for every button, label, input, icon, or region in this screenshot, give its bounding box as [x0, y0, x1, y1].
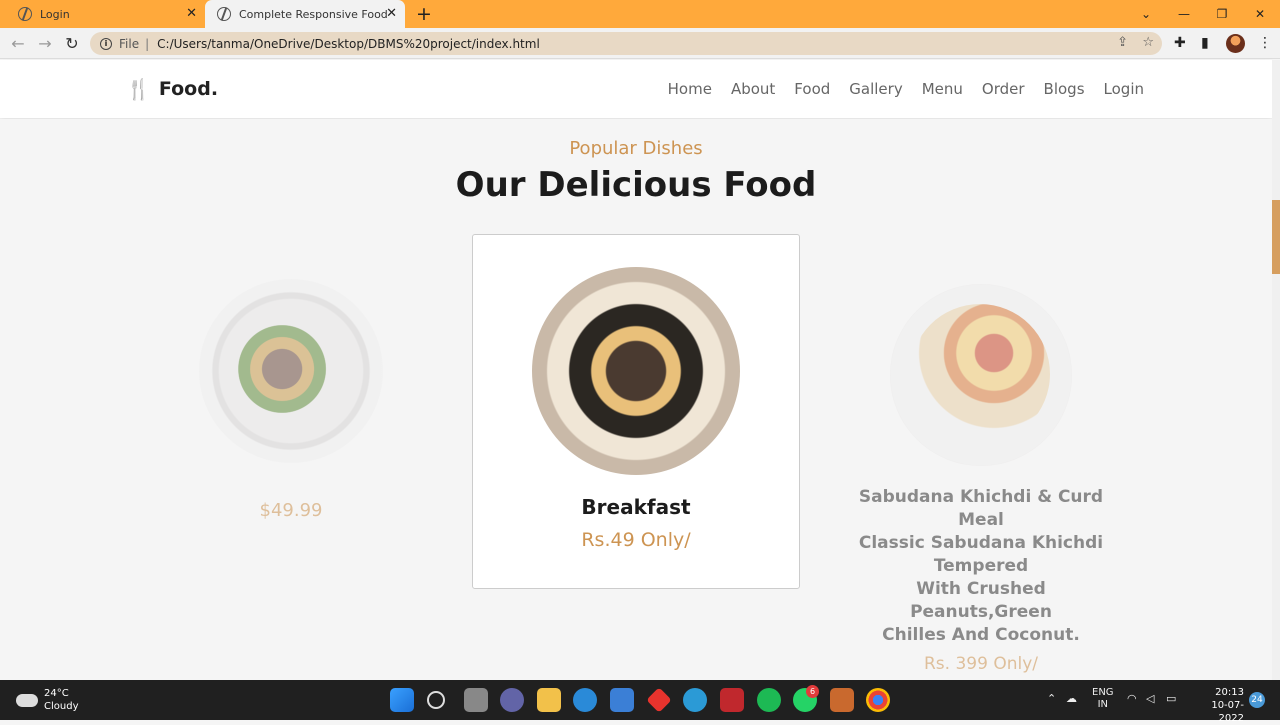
file-explorer-icon[interactable]	[537, 688, 561, 712]
section-subtitle: Popular Dishes	[569, 138, 703, 159]
nav-gallery[interactable]: Gallery	[849, 80, 902, 98]
nav-home[interactable]: Home	[668, 80, 712, 98]
tab-login[interactable]: Login ✕	[0, 0, 205, 28]
url-scheme-label: File	[119, 36, 140, 51]
windows-taskbar: 24°C Cloudy 6 ⌃ ☁ ENG IN ◠ ◁ ▭ 20:13 10-…	[0, 680, 1280, 724]
cloud-icon	[16, 693, 38, 707]
clock-date: 10-07-2022	[1211, 700, 1244, 724]
dish-price: Rs.49 Only/	[581, 529, 691, 551]
dish-name: Breakfast	[581, 495, 691, 519]
nav-about[interactable]: About	[731, 80, 775, 98]
whatsapp-badge: 6	[806, 685, 819, 698]
tab-title: Complete Responsive Food / Res	[239, 7, 389, 21]
clock-time: 20:13	[1215, 687, 1244, 698]
address-toolbar: ← → ↻ i File | C:/Users/tanma/OneDrive/D…	[0, 28, 1280, 59]
dish-description: Sabudana Khichdi & Curd Meal Classic Sab…	[845, 486, 1117, 647]
info-icon[interactable]: i	[100, 37, 112, 50]
bookmark-star-icon[interactable]: ☆	[1142, 35, 1154, 50]
language-indicator[interactable]: ENG IN	[1092, 687, 1114, 711]
tab-food-site[interactable]: Complete Responsive Food / Res ✕	[205, 0, 405, 28]
utensils-icon: 🍴	[126, 77, 151, 101]
winrar-icon[interactable]	[830, 688, 854, 712]
dish-card-right[interactable]: Sabudana Khichdi & Curd Meal Classic Sab…	[845, 284, 1117, 674]
region-code: IN	[1097, 699, 1108, 710]
nav-food[interactable]: Food	[794, 80, 830, 98]
tray-overflow-icon[interactable]: ⌃	[1047, 692, 1056, 705]
chrome-icon[interactable]	[866, 688, 890, 712]
scrollbar-thumb[interactable]	[1272, 200, 1280, 274]
close-tab-icon[interactable]: ✕	[386, 7, 397, 21]
dish-price: $49.99	[259, 500, 323, 521]
weather-condition: Cloudy	[44, 701, 79, 712]
globe-icon	[217, 7, 231, 21]
store-icon[interactable]	[610, 688, 634, 712]
clock[interactable]: 20:13 10-07-2022	[1190, 686, 1244, 725]
maximize-button[interactable]: ❐	[1203, 0, 1241, 28]
onedrive-icon[interactable]: ☁	[1066, 692, 1077, 705]
edge-icon[interactable]	[573, 688, 597, 712]
section-title: Our Delicious Food	[455, 165, 817, 205]
main-nav: Home About Food Gallery Menu Order Blogs…	[668, 80, 1144, 98]
side-panel-icon[interactable]: ▮	[1201, 35, 1209, 51]
logo-text: Food.	[158, 78, 219, 100]
extensions-icon[interactable]: ✚	[1174, 35, 1186, 51]
dish-image-khichdi	[890, 284, 1072, 466]
nav-order[interactable]: Order	[982, 80, 1025, 98]
profile-avatar[interactable]	[1226, 34, 1245, 53]
weather-widget[interactable]: 24°C Cloudy	[16, 687, 78, 713]
page-scrollbar[interactable]	[1272, 60, 1280, 680]
dish-description-line: Classic Sabudana Khichdi Tempered	[858, 533, 1104, 576]
dish-description-line: Chilles And Coconut.	[882, 625, 1080, 645]
start-icon[interactable]	[390, 688, 414, 712]
dish-card-active[interactable]: Breakfast Rs.49 Only/	[472, 234, 800, 589]
search-icon[interactable]	[427, 691, 445, 709]
dish-image-steak	[199, 279, 383, 463]
task-view-icon[interactable]	[464, 688, 488, 712]
popular-dishes-section: Popular Dishes Our Delicious Food $49.99…	[0, 119, 1272, 680]
app-diamond-icon[interactable]	[646, 687, 672, 713]
back-icon[interactable]: ←	[8, 34, 28, 53]
close-tab-icon[interactable]: ✕	[186, 7, 197, 21]
address-bar[interactable]: i File | C:/Users/tanma/OneDrive/Desktop…	[90, 32, 1162, 55]
temperature: 24°C	[44, 688, 69, 699]
battery-icon[interactable]: ▭	[1166, 692, 1176, 705]
dish-image-seafood	[532, 267, 740, 475]
nav-blogs[interactable]: Blogs	[1044, 80, 1085, 98]
dish-card-left[interactable]: $49.99	[190, 279, 392, 521]
url-text[interactable]: C:/Users/tanma/OneDrive/Desktop/DBMS%20p…	[157, 37, 540, 51]
share-icon[interactable]: ⇪	[1117, 35, 1128, 50]
language-code: ENG	[1092, 687, 1114, 698]
minimize-button[interactable]: —	[1165, 0, 1203, 28]
mcafee-icon[interactable]	[720, 688, 744, 712]
dish-price: Rs. 399 Only/	[924, 654, 1038, 674]
nav-login[interactable]: Login	[1104, 80, 1144, 98]
dish-description-line: Sabudana Khichdi & Curd Meal	[858, 487, 1104, 530]
close-window-button[interactable]: ✕	[1241, 0, 1279, 28]
app-icon[interactable]	[683, 688, 707, 712]
dish-description-line: With Crushed Peanuts,Green	[910, 579, 1052, 622]
nav-menu[interactable]: Menu	[922, 80, 963, 98]
site-logo[interactable]: 🍴 Food.	[126, 77, 218, 101]
tab-search-icon[interactable]: ⌄	[1127, 0, 1165, 28]
volume-icon[interactable]: ◁	[1146, 692, 1154, 705]
browser-tab-strip: Login ✕ Complete Responsive Food / Res ✕…	[0, 0, 1280, 28]
notification-badge[interactable]: 24	[1249, 692, 1265, 708]
teams-chat-icon[interactable]	[500, 688, 524, 712]
site-header: 🍴 Food. Home About Food Gallery Menu Ord…	[0, 60, 1272, 118]
wifi-icon[interactable]: ◠	[1127, 692, 1137, 705]
spotify-icon[interactable]	[757, 688, 781, 712]
reload-icon[interactable]: ↻	[62, 34, 82, 53]
tab-title: Login	[40, 7, 70, 21]
url-separator: |	[145, 36, 150, 51]
globe-icon	[18, 7, 32, 21]
new-tab-button[interactable]: +	[416, 3, 432, 25]
menu-kebab-icon[interactable]: ⋮	[1258, 35, 1272, 51]
forward-icon[interactable]: →	[35, 34, 55, 53]
